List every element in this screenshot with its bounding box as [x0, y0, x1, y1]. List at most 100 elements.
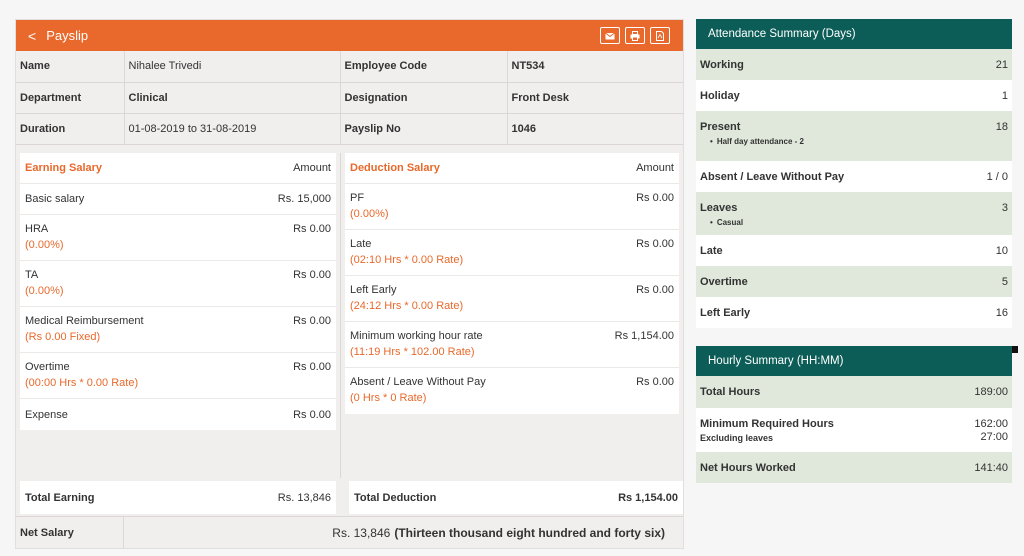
- totals-row: Total Earning Rs. 13,846 Total Deduction…: [16, 477, 683, 516]
- earning-detail: (0.00%): [25, 285, 64, 297]
- deduction-row: Left Early (24:12 Hrs * 0.00 Rate) Rs 0.0…: [345, 276, 679, 322]
- earning-name: Basic salary: [25, 193, 85, 205]
- earning-title: Earning Salary: [25, 162, 103, 174]
- attendance-summary-card: Attendance Summary (Days) Working 21 Hol…: [696, 19, 1012, 328]
- earning-row: Basic salary Rs. 15,000: [20, 184, 336, 215]
- earning-detail: (Rs 0.00 Fixed): [25, 331, 101, 343]
- attendance-label: Holiday: [700, 90, 740, 102]
- hourly-label: Total Hours: [700, 386, 761, 398]
- net-salary-label: Net Salary: [16, 517, 124, 548]
- attendance-value: 1: [1001, 90, 1008, 102]
- earning-detail: (00:00 Hrs * 0.00 Rate): [25, 377, 139, 389]
- attendance-summary-title: Attendance Summary (Days): [696, 19, 1012, 49]
- earning-row: Expense Rs 0.00: [20, 399, 336, 430]
- deduction-detail: (0.00%): [350, 208, 389, 220]
- attendance-row-left-early: Left Early 16: [696, 297, 1012, 328]
- attendance-value: 16: [995, 307, 1008, 319]
- hourly-sub-label: Excluding leaves: [700, 433, 774, 443]
- attendance-row-working: Working 21: [696, 49, 1012, 80]
- attendance-value: 21: [995, 59, 1008, 71]
- earning-amount: Rs 0.00: [293, 361, 331, 373]
- hourly-row-minimum: Minimum Required Hours Excluding leaves 1…: [696, 408, 1012, 452]
- total-deduction: Total Deduction Rs 1,154.00: [349, 481, 683, 514]
- earning-amount-label: Amount: [293, 162, 331, 174]
- earning-name: Medical Reimbursement: [25, 315, 144, 327]
- designation-value: Front Desk: [507, 82, 683, 114]
- chevron-left-icon[interactable]: <: [28, 28, 36, 44]
- earning-column: Earning Salary Amount Basic salary Rs. 1…: [16, 153, 341, 478]
- earning-header: Earning Salary Amount: [20, 153, 336, 184]
- earning-amount: Rs 0.00: [293, 315, 331, 327]
- deduction-amount: Rs 0.00: [636, 376, 674, 388]
- duration-label: Duration: [16, 113, 125, 145]
- attendance-note: Casual: [700, 218, 743, 227]
- attendance-label: Leaves: [700, 202, 738, 214]
- hourly-value: 189:00: [974, 386, 1008, 398]
- hourly-row-total: Total Hours 189:00: [696, 376, 1012, 408]
- deduction-name: Minimum working hour rate: [350, 330, 483, 342]
- hourly-value: 162:00: [974, 418, 1008, 430]
- deduction-detail: (11:19 Hrs * 102.00 Rate): [350, 346, 475, 358]
- payslip-no-value: 1046: [507, 113, 683, 145]
- total-earning: Total Earning Rs. 13,846: [20, 481, 336, 514]
- deduction-panel: Deduction Salary Amount PF (0.00%) Rs 0.0…: [345, 153, 679, 414]
- attendance-value: 3: [1001, 202, 1008, 214]
- deduction-detail: (0 Hrs * 0 Rate): [350, 392, 427, 404]
- print-icon[interactable]: [625, 27, 645, 44]
- deduction-amount: Rs 0.00: [636, 284, 674, 296]
- total-deduction-value: Rs 1,154.00: [618, 491, 678, 504]
- attendance-label: Absent / Leave Without Pay: [700, 171, 845, 183]
- hourly-sub-value: 27:00: [980, 431, 1008, 443]
- hourly-summary-card: Hourly Summary (HH:MM) Total Hours 189:0…: [696, 346, 1012, 483]
- deduction-detail: (02:10 Hrs * 0.00 Rate): [350, 254, 464, 266]
- total-earning-label: Total Earning: [25, 491, 95, 504]
- hourly-label: Net Hours Worked: [700, 462, 796, 474]
- earning-amount: Rs 0.00: [293, 269, 331, 281]
- attendance-row-holiday: Holiday 1: [696, 80, 1012, 111]
- earning-row: TA (0.00%) Rs 0.00: [20, 261, 336, 307]
- deduction-row: Late (02:10 Hrs * 0.00 Rate) Rs 0.00: [345, 230, 679, 276]
- total-deduction-label: Total Deduction: [354, 491, 437, 504]
- earning-row: Medical Reimbursement (Rs 0.00 Fixed) Rs …: [20, 307, 336, 353]
- scroll-marker: [1012, 346, 1018, 353]
- payslip-header: < Payslip: [16, 20, 683, 51]
- net-salary-row: Net Salary Rs. 13,846 (Thirteen thousand…: [16, 516, 683, 548]
- deduction-detail: (24:12 Hrs * 0.00 Rate): [350, 300, 464, 312]
- deduction-amount-label: Amount: [636, 162, 674, 174]
- total-earning-value: Rs. 13,846: [277, 491, 331, 504]
- earning-amount: Rs. 15,000: [277, 193, 331, 205]
- deduction-name: Late: [350, 238, 372, 250]
- pdf-icon[interactable]: [650, 27, 670, 44]
- attendance-label: Overtime: [700, 276, 748, 288]
- attendance-value: 1 / 0: [986, 171, 1008, 183]
- salary-columns: Earning Salary Amount Basic salary Rs. 1…: [16, 153, 683, 478]
- deduction-amount: Rs 1,154.00: [614, 330, 674, 342]
- payslip-card: < Payslip Name Nihalee Trivedi Employee …: [15, 19, 684, 549]
- deduction-amount: Rs 0.00: [636, 192, 674, 204]
- deduction-amount: Rs 0.00: [636, 238, 674, 250]
- duration-value: 01-08-2019 to 31-08-2019: [124, 113, 341, 145]
- payslip-actions: [600, 27, 670, 44]
- deduction-name: Left Early: [350, 284, 397, 296]
- deduction-row: Minimum working hour rate (11:19 Hrs * 10…: [345, 322, 679, 368]
- attendance-label: Working: [700, 59, 744, 71]
- earning-name: Overtime: [25, 361, 70, 373]
- mail-icon[interactable]: [600, 27, 620, 44]
- employee-code-label: Employee Code: [340, 51, 508, 83]
- earning-row: HRA (0.00%) Rs 0.00: [20, 215, 336, 261]
- net-salary-value-wrap: Rs. 13,846 (Thirteen thousand eight hund…: [124, 517, 683, 548]
- deduction-name: PF: [350, 192, 365, 204]
- attendance-row-present: Present Half day attendance - 2 18: [696, 111, 1012, 161]
- attendance-value: 18: [995, 121, 1008, 133]
- net-salary-value: Rs. 13,846: [332, 525, 391, 540]
- hourly-row-net: Net Hours Worked 141:40: [696, 452, 1012, 483]
- deduction-column: Deduction Salary Amount PF (0.00%) Rs 0.0…: [341, 153, 683, 478]
- attendance-label: Present: [700, 121, 741, 133]
- net-salary-words: (Thirteen thousand eight hundred and for…: [394, 525, 665, 540]
- earning-name: Expense: [25, 408, 68, 421]
- hourly-value: 141:40: [974, 462, 1008, 474]
- deduction-row: Absent / Leave Without Pay (0 Hrs * 0 Rat…: [345, 368, 679, 414]
- earning-panel: Earning Salary Amount Basic salary Rs. 1…: [20, 153, 336, 430]
- earning-name: TA: [25, 269, 39, 281]
- name-label: Name: [16, 51, 125, 83]
